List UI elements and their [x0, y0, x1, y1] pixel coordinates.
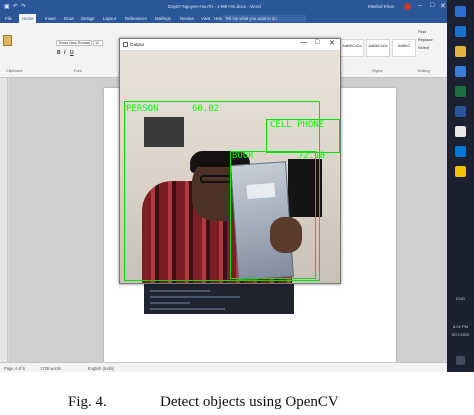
find-button[interactable]: Find [418, 29, 426, 34]
screenshot: ▣ ↶ ↷ Day07-Nguyen-HuuTri - 1-M8 Hm.docx… [0, 0, 474, 372]
tab-view[interactable]: View [201, 16, 210, 21]
tab-layout[interactable]: Layout [103, 16, 116, 21]
status-bar: Page 4 of 5 1738 words English (India) [0, 362, 447, 372]
italic-button[interactable]: I [64, 50, 65, 56]
person-detection-label: PERSON [126, 105, 159, 114]
window-app-icon [123, 42, 128, 47]
page-count[interactable]: Page 4 of 5 [4, 366, 25, 371]
tab-draw[interactable]: Draw [64, 16, 74, 21]
avatar[interactable] [404, 3, 411, 10]
word-title-bar: ▣ ↶ ↷ Day07-Nguyen-HuuTri - 1-M8 Hm.docx… [0, 0, 474, 13]
python-icon[interactable] [455, 166, 466, 177]
redo-icon[interactable]: ↷ [21, 3, 26, 10]
style-heading-1[interactable]: AaBbC [392, 39, 416, 57]
font-size-select[interactable]: 10 [93, 40, 103, 46]
cv-close-icon[interactable]: ✕ [329, 39, 335, 47]
style-normal[interactable]: AaBbCcDc [340, 39, 364, 57]
style-preview: AaBbCcDc [368, 43, 388, 48]
undo-icon[interactable]: ↶ [13, 3, 18, 10]
style-no-spacing[interactable]: AaBbCcDc [366, 39, 390, 57]
replace-button[interactable]: Replace [418, 37, 433, 42]
style-preview: AaBbCcDc [342, 43, 362, 48]
tab-home[interactable]: Home [19, 14, 37, 23]
cv-maximize-icon[interactable]: □ [315, 39, 319, 46]
tab-references[interactable]: References [125, 16, 147, 21]
group-label-font: Font [74, 69, 82, 73]
camera-frame: PERSON 60.02 CELL PHONE BOOK 72.18 [120, 51, 340, 283]
vertical-ruler [0, 78, 8, 362]
bold-button[interactable]: B [57, 50, 61, 56]
cell-phone-detection-label: CELL PHONE [270, 120, 325, 130]
windows-start-icon[interactable] [455, 6, 466, 17]
figure-caption: Detect objects using OpenCV [160, 394, 339, 410]
background-window [144, 284, 294, 314]
book-detection-box [230, 151, 316, 279]
tab-design[interactable]: Design [81, 16, 94, 21]
tell-me-search[interactable]: Tell me what you want to do [222, 15, 306, 22]
tab-review[interactable]: Review [180, 16, 194, 21]
ribbon-tabs: File Home Insert Draw Design Layout Refe… [0, 13, 447, 23]
cv-window-titlebar[interactable]: Output — □ ✕ [120, 39, 340, 51]
group-label-editing: Editing [418, 69, 430, 73]
taskbar: ENG 6:02 PM 5/17/2022 [447, 0, 474, 372]
book-detection-label: BOOK [232, 151, 254, 161]
select-button[interactable]: Select [418, 45, 429, 50]
opencv-output-window[interactable]: Output — □ ✕ PERSON 60.02 CELL PHONE BOO… [119, 38, 341, 284]
notification-icon[interactable] [456, 356, 465, 365]
excel-icon[interactable] [455, 86, 466, 97]
user-name: Mashid Khan [368, 4, 395, 9]
chrome-icon[interactable] [455, 126, 466, 137]
minimize-icon[interactable]: – [418, 2, 422, 9]
store-icon[interactable] [455, 66, 466, 77]
group-label-clipboard: Clipboard [6, 69, 23, 73]
tab-insert[interactable]: Insert [45, 16, 56, 21]
word-count[interactable]: 1738 words [40, 366, 61, 371]
style-preview: AaBbC [397, 43, 411, 48]
group-label-styles: Styles [372, 69, 383, 73]
vscode-icon[interactable] [455, 146, 466, 157]
edge-icon[interactable] [455, 26, 466, 37]
clock-time[interactable]: 6:02 PM [449, 324, 472, 329]
language-indicator[interactable]: ENG [449, 296, 472, 301]
tab-file[interactable]: File [5, 16, 12, 21]
word-icon[interactable] [455, 106, 466, 117]
cv-window-title: Output [130, 42, 144, 47]
person-detection-score: 60.02 [192, 104, 220, 114]
underline-button[interactable]: U [70, 50, 74, 56]
maximize-icon[interactable]: □ [430, 2, 434, 9]
folder-icon[interactable] [455, 46, 466, 57]
save-icon[interactable]: ▣ [4, 3, 10, 10]
clock-date[interactable]: 5/17/2022 [449, 332, 472, 337]
font-name-select[interactable]: Times New Roman [56, 40, 92, 46]
document-title: Day07-Nguyen-HuuTri - 1-M8 Hm.docx - Wor… [168, 4, 261, 9]
paste-icon[interactable] [3, 35, 12, 46]
tab-mailings[interactable]: Mailings [155, 16, 171, 21]
cv-minimize-icon[interactable]: — [300, 39, 307, 46]
detection-class: PERSON [126, 104, 159, 114]
figure-number: Fig. 4. [68, 394, 107, 410]
book-detection-score: 72.18 [298, 151, 326, 161]
language-status[interactable]: English (India) [88, 366, 114, 371]
close-icon[interactable]: ✕ [440, 2, 446, 10]
